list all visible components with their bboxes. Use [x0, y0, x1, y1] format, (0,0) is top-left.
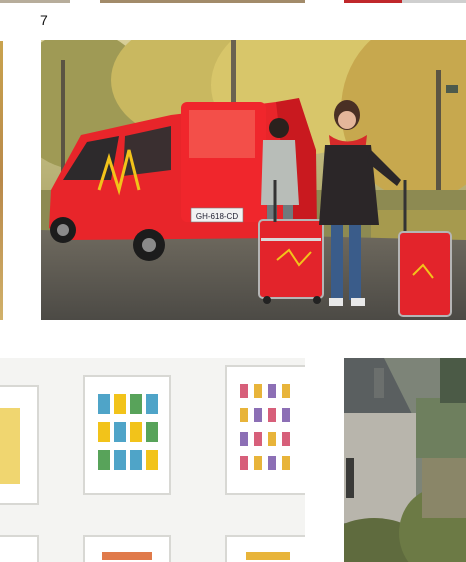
- van-photo-illustration: GH-618-CD: [41, 40, 466, 320]
- image-counter: 7: [40, 12, 48, 28]
- license-plate-text: GH-618-CD: [196, 212, 238, 221]
- house-illustration: [344, 358, 466, 562]
- main-photo-van-scene[interactable]: GH-618-CD: [41, 40, 466, 320]
- prev-row-thumb-left[interactable]: [0, 0, 70, 3]
- prev-row-thumb-middle[interactable]: [100, 0, 305, 3]
- left-edge-partial-photo[interactable]: [0, 41, 3, 320]
- prints-illustration: [0, 365, 305, 562]
- prev-row-thumb-right[interactable]: [344, 0, 466, 3]
- photo-stone-house[interactable]: [344, 358, 466, 562]
- photo-framed-prints-wall[interactable]: [0, 358, 305, 562]
